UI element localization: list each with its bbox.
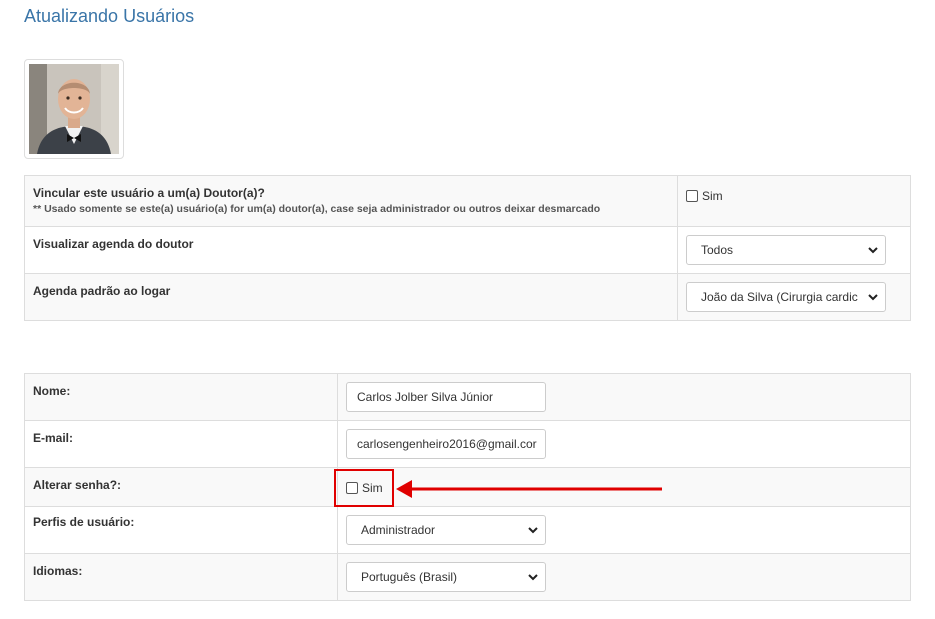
default-agenda-label: Agenda padrão ao logar — [33, 284, 171, 298]
change-password-label: Alterar senha?: — [33, 478, 122, 492]
profile-control-cell: Administrador — [337, 506, 911, 554]
link-doctor-checkbox[interactable]: Sim — [686, 189, 723, 203]
default-agenda-select-value: João da Silva (Cirurgia cardic — [701, 290, 858, 304]
chevron-down-icon — [868, 247, 878, 254]
name-label-cell: Nome: — [24, 373, 338, 421]
profile-select-value: Administrador — [361, 523, 436, 537]
language-select[interactable]: Português (Brasil) — [346, 562, 546, 592]
name-input[interactable]: Carlos Jolber Silva Júnior — [346, 382, 546, 412]
view-agenda-control-cell: Todos — [677, 226, 911, 274]
name-control-cell: Carlos Jolber Silva Júnior — [337, 373, 911, 421]
email-input-value: carlosengenheiro2016@gmail.cor — [357, 437, 537, 451]
default-agenda-select[interactable]: João da Silva (Cirurgia cardic — [686, 282, 886, 312]
link-doctor-label: Vincular este usuário a um(a) Doutor(a)? — [33, 186, 265, 200]
email-control-cell: carlosengenheiro2016@gmail.cor — [337, 420, 911, 468]
language-label-cell: Idiomas: — [24, 553, 338, 601]
language-select-value: Português (Brasil) — [361, 570, 458, 584]
link-doctor-label-cell: Vincular este usuário a um(a) Doutor(a)?… — [24, 175, 678, 227]
language-label: Idiomas: — [33, 564, 83, 578]
name-input-value: Carlos Jolber Silva Júnior — [357, 390, 494, 404]
profile-select[interactable]: Administrador — [346, 515, 546, 545]
chevron-down-icon — [528, 527, 538, 534]
email-label: E-mail: — [33, 431, 74, 445]
email-label-cell: E-mail: — [24, 420, 338, 468]
link-doctor-control-cell: Sim — [677, 175, 911, 227]
chevron-down-icon — [528, 574, 538, 581]
default-agenda-label-cell: Agenda padrão ao logar — [24, 273, 678, 321]
profile-label-cell: Perfis de usuário: — [24, 506, 338, 554]
red-arrow-icon — [396, 480, 662, 498]
view-agenda-label: Visualizar agenda do doutor — [33, 237, 194, 251]
view-agenda-select-value: Todos — [701, 243, 734, 257]
name-label: Nome: — [33, 384, 71, 398]
language-control-cell: Português (Brasil) — [337, 553, 911, 601]
email-input[interactable]: carlosengenheiro2016@gmail.cor — [346, 429, 546, 459]
chevron-down-icon — [868, 294, 878, 301]
change-password-label-cell: Alterar senha?: — [24, 467, 338, 507]
profile-label: Perfis de usuário: — [33, 515, 135, 529]
default-agenda-control-cell: João da Silva (Cirurgia cardic — [677, 273, 911, 321]
link-doctor-checkbox-box[interactable] — [686, 190, 698, 202]
link-doctor-checkbox-label: Sim — [702, 189, 723, 203]
avatar — [24, 59, 124, 159]
user-photo-image — [29, 64, 119, 154]
link-doctor-note: ** Usado somente se este(a) usuário(a) f… — [33, 203, 601, 215]
annotation-highlight-box — [334, 469, 394, 507]
view-agenda-label-cell: Visualizar agenda do doutor — [24, 226, 678, 274]
page-title: Atualizando Usuários — [24, 6, 195, 26]
view-agenda-select[interactable]: Todos — [686, 235, 886, 265]
doctor-settings-table: Vincular este usuário a um(a) Doutor(a)?… — [24, 175, 911, 321]
